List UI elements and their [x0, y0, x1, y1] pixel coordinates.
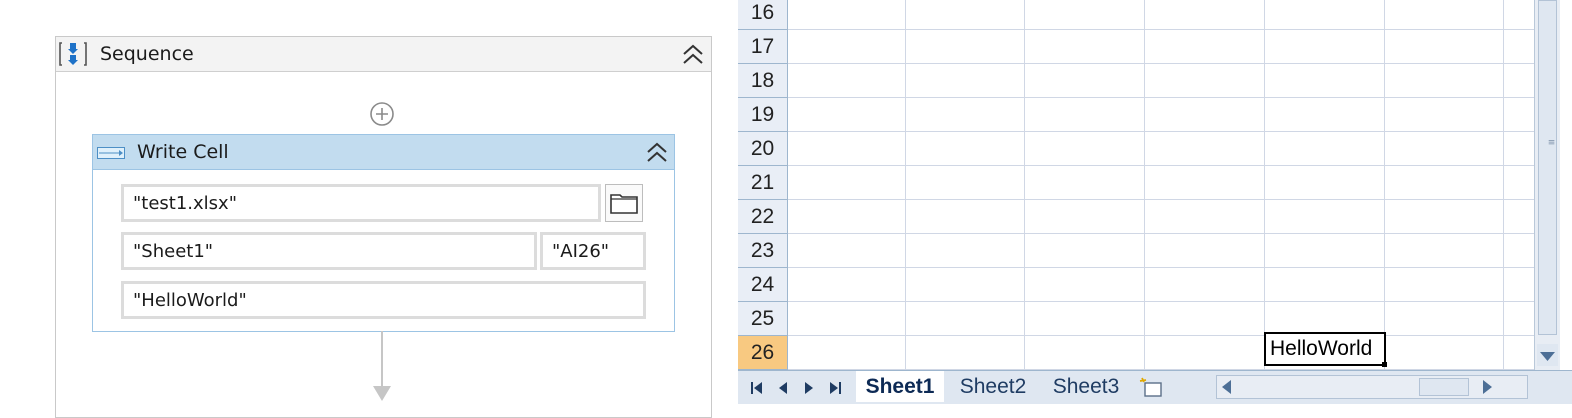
gridline: [1503, 0, 1504, 370]
vertical-scrollbar[interactable]: ≡: [1534, 0, 1561, 370]
sequence-container[interactable]: Sequence Write Cell "test1.xlsx" "Sheet1…: [55, 36, 712, 418]
tab-sheet1[interactable]: Sheet1: [856, 371, 944, 402]
first-sheet-icon[interactable]: [746, 377, 768, 399]
vertical-scroll-thumb[interactable]: ≡: [1538, 0, 1557, 335]
sequence-icon: [59, 42, 87, 66]
gridline: [788, 97, 1534, 98]
tab-sheet3[interactable]: Sheet3: [1042, 371, 1130, 402]
write-cell-title: Write Cell: [137, 141, 229, 163]
row-header[interactable]: 16: [738, 0, 787, 30]
workbook-path-field[interactable]: "test1.xlsx": [121, 184, 601, 222]
insert-sheet-icon[interactable]: [1138, 375, 1166, 401]
row-header[interactable]: 18: [738, 64, 787, 98]
sheet-tab-bar: Sheet1 Sheet2 Sheet3: [738, 370, 1572, 404]
next-sheet-icon[interactable]: [798, 377, 820, 399]
gridline: [788, 199, 1534, 200]
text-value-field[interactable]: "HelloWorld": [121, 281, 646, 319]
scroll-down-icon[interactable]: [1537, 344, 1558, 366]
write-cell-icon: [97, 147, 125, 159]
gridline: [788, 165, 1534, 166]
gridline: [905, 0, 906, 370]
row-header[interactable]: 21: [738, 166, 787, 200]
previous-sheet-icon[interactable]: [772, 377, 794, 399]
row-header[interactable]: 19: [738, 98, 787, 132]
row-header[interactable]: 25: [738, 302, 787, 336]
gridline: [788, 267, 1534, 268]
fill-handle[interactable]: [1382, 362, 1387, 367]
row-header[interactable]: 24: [738, 268, 787, 302]
scroll-right-icon[interactable]: [1479, 378, 1495, 396]
flow-arrow-icon: [373, 386, 391, 401]
folder-icon: [610, 194, 638, 214]
gridline: [1024, 0, 1025, 370]
scroll-grip-icon: ≡: [1547, 138, 1556, 148]
cell-field[interactable]: "AI26": [540, 232, 646, 270]
add-activity-icon[interactable]: [369, 101, 395, 127]
tab-sheet2[interactable]: Sheet2: [950, 371, 1036, 402]
gridline: [1384, 0, 1385, 370]
last-sheet-icon[interactable]: [824, 377, 846, 399]
collapse-activity-button[interactable]: [645, 141, 669, 165]
gridline: [788, 233, 1534, 234]
row-header-active[interactable]: 26: [738, 336, 787, 370]
write-cell-header[interactable]: Write Cell: [93, 135, 674, 170]
window-edge: [1560, 0, 1572, 404]
row-header[interactable]: 22: [738, 200, 787, 234]
scroll-left-icon[interactable]: [1219, 378, 1235, 396]
gridline: [788, 301, 1534, 302]
sequence-title: Sequence: [100, 43, 194, 65]
flow-connector: [381, 331, 383, 387]
active-cell[interactable]: HelloWorld: [1264, 332, 1386, 366]
gridline: [1264, 0, 1265, 370]
row-header[interactable]: 23: [738, 234, 787, 268]
gridline: [788, 131, 1534, 132]
row-header[interactable]: 20: [738, 132, 787, 166]
gridline: [1144, 0, 1145, 370]
horizontal-scroll-thumb[interactable]: [1419, 378, 1469, 396]
row-header[interactable]: 17: [738, 30, 787, 64]
sequence-header[interactable]: Sequence: [56, 37, 711, 72]
gridline: [788, 29, 1534, 30]
gridline: [788, 63, 1534, 64]
workflow-designer: Sequence Write Cell "test1.xlsx" "Sheet1…: [0, 0, 738, 418]
row-headers: 16 17 18 19 20 21 22 23 24 25 26: [738, 0, 788, 370]
browse-file-button[interactable]: [605, 184, 643, 222]
gridline: [788, 335, 1534, 336]
sheet-name-field[interactable]: "Sheet1": [121, 232, 537, 270]
write-cell-activity[interactable]: Write Cell "test1.xlsx" "Sheet1" "AI26" …: [92, 134, 675, 332]
cell-grid[interactable]: HelloWorld: [788, 0, 1534, 370]
spreadsheet-window: 16 17 18 19 20 21 22 23 24 25 26 HelloWo…: [738, 0, 1572, 404]
collapse-sequence-button[interactable]: [681, 43, 705, 67]
horizontal-scrollbar[interactable]: [1216, 375, 1528, 399]
